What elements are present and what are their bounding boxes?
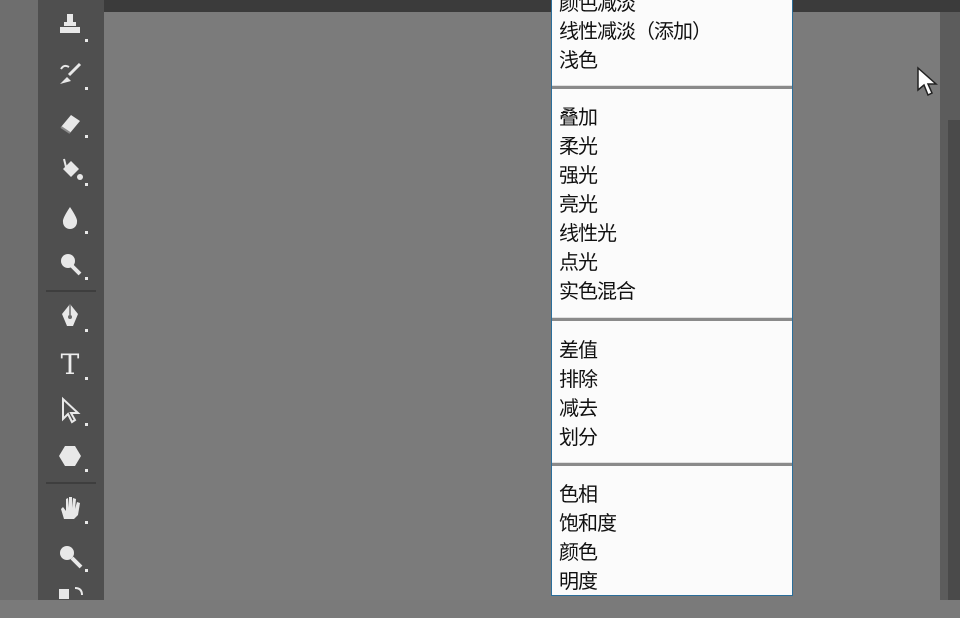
- toolbar-divider: [46, 290, 96, 292]
- toolbar-panel: [0, 0, 38, 600]
- blur-icon: [62, 207, 78, 229]
- menu-item-difference[interactable]: 差值: [559, 336, 598, 364]
- menu-item-hard-light[interactable]: 强光: [559, 161, 598, 189]
- menu-item-subtract[interactable]: 减去: [559, 394, 598, 422]
- eraser-icon: [60, 115, 80, 134]
- tool-flyout-indicator: [85, 521, 88, 524]
- default-colors-icon: [59, 587, 83, 599]
- paint-bucket-icon: [63, 158, 83, 180]
- tool-flyout-indicator: [85, 423, 88, 426]
- clone-stamp-icon: [60, 14, 80, 33]
- dodge-icon: [61, 254, 82, 276]
- tool-flyout-indicator: [85, 39, 88, 42]
- menu-item-saturation[interactable]: 饱和度: [559, 509, 617, 537]
- shape-tool[interactable]: [50, 436, 90, 476]
- menu-item-color[interactable]: 颜色: [559, 538, 598, 566]
- clone-stamp-tool[interactable]: [50, 6, 90, 46]
- tool-flyout-indicator: [85, 277, 88, 280]
- paint-bucket-tool[interactable]: [50, 150, 90, 190]
- menu-item-vivid-light[interactable]: 亮光: [559, 190, 598, 218]
- tools-panel: T: [38, 0, 102, 600]
- menu-item-hard-mix[interactable]: 实色混合: [559, 277, 636, 305]
- history-brush-icon: [60, 62, 82, 84]
- history-brush-tool[interactable]: [50, 54, 90, 94]
- menu-item-divide[interactable]: 划分: [559, 423, 598, 451]
- menu-item-overlay[interactable]: 叠加: [559, 103, 598, 131]
- dodge-tool[interactable]: [50, 244, 90, 284]
- document-canvas[interactable]: [104, 12, 940, 600]
- tool-flyout-indicator: [85, 231, 88, 234]
- menu-item-linear-dodge[interactable]: 线性减淡（添加）: [559, 17, 712, 45]
- menu-item-lighter-color[interactable]: 浅色: [559, 46, 598, 74]
- type-tool[interactable]: T: [50, 344, 90, 384]
- default-colors-tool[interactable]: [50, 578, 90, 618]
- zoom-icon: [60, 546, 83, 569]
- tool-flyout-indicator: [85, 87, 88, 90]
- menu-separator: [552, 462, 792, 466]
- menu-item-luminosity[interactable]: 明度: [559, 567, 598, 595]
- pen-tool[interactable]: [50, 296, 90, 336]
- shape-icon: [59, 446, 81, 466]
- mouse-cursor-icon: [917, 66, 938, 97]
- tool-flyout-indicator: [85, 135, 88, 138]
- type-icon: T: [60, 347, 80, 381]
- right-panel-scroll[interactable]: [948, 120, 960, 600]
- tool-flyout-indicator: [85, 469, 88, 472]
- toolbar-divider: [46, 482, 96, 484]
- blend-mode-menu[interactable]: 颜色减淡 线性减淡（添加） 浅色 叠加 柔光 强光 亮光 线性光 点光 实色混合…: [551, 0, 793, 596]
- zoom-tool[interactable]: [50, 536, 90, 576]
- path-selection-tool[interactable]: [50, 390, 90, 430]
- tool-flyout-indicator: [85, 183, 88, 186]
- options-bar-edge: [104, 0, 960, 12]
- menu-separator: [552, 85, 792, 89]
- blur-tool[interactable]: [50, 198, 90, 238]
- menu-item-hue[interactable]: 色相: [559, 480, 598, 508]
- menu-item-color-dodge[interactable]: 颜色减淡: [559, 0, 636, 17]
- path-selection-icon: [62, 396, 81, 424]
- tool-flyout-indicator: [85, 329, 88, 332]
- menu-item-soft-light[interactable]: 柔光: [559, 132, 598, 160]
- hand-tool[interactable]: [50, 488, 90, 528]
- eraser-tool[interactable]: [50, 102, 90, 142]
- hand-icon: [61, 497, 80, 519]
- pen-icon: [62, 304, 78, 326]
- tool-flyout-indicator: [85, 377, 88, 380]
- menu-item-linear-light[interactable]: 线性光: [559, 219, 617, 247]
- tool-flyout-indicator: [85, 569, 88, 572]
- menu-item-pin-light[interactable]: 点光: [559, 248, 598, 276]
- menu-separator: [552, 317, 792, 321]
- menu-item-exclusion[interactable]: 排除: [559, 365, 598, 393]
